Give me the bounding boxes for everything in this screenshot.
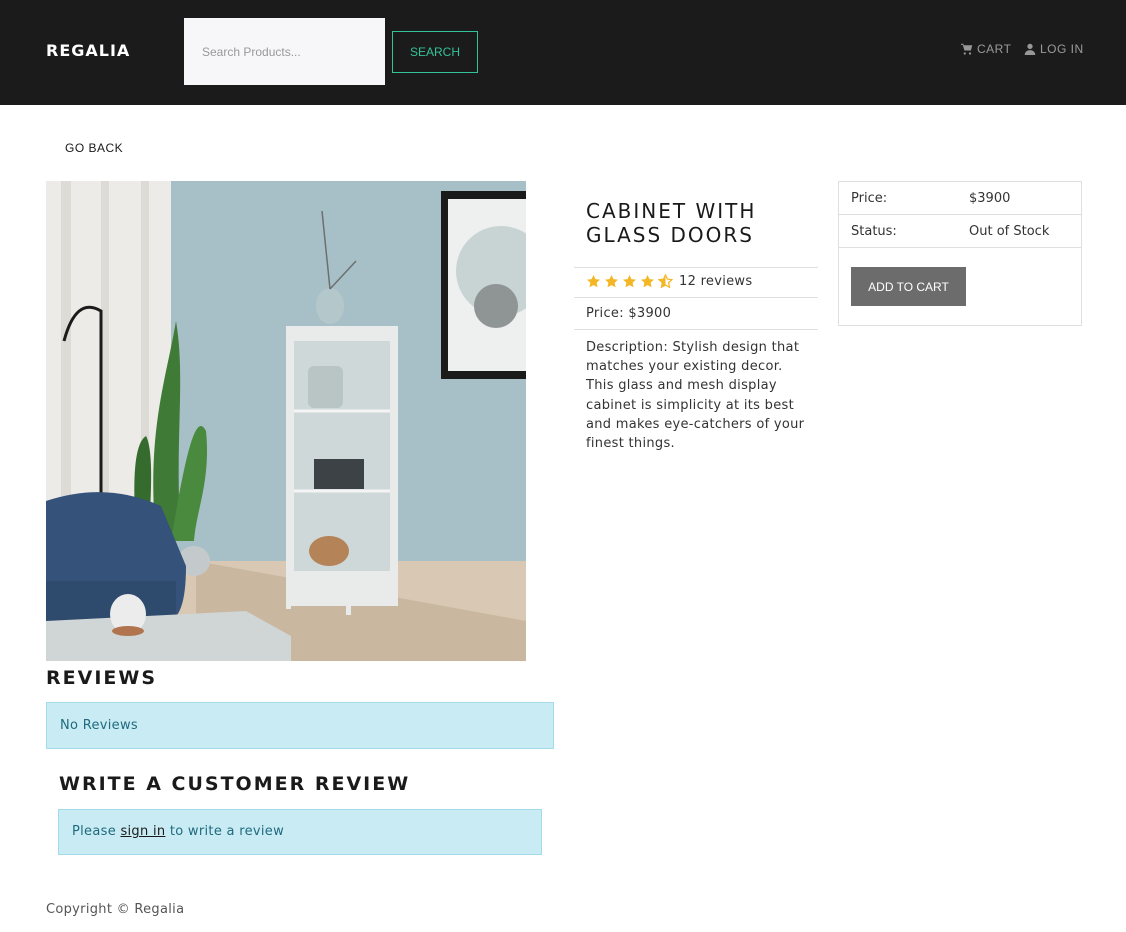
reviews-count: 12 reviews bbox=[679, 274, 753, 289]
star-full-icon bbox=[623, 274, 636, 288]
footer-copyright: Copyright © Regalia bbox=[46, 902, 185, 917]
search-button[interactable]: SEARCH bbox=[392, 31, 478, 73]
price-card: Price: $3900 Status: Out of Stock ADD TO… bbox=[838, 181, 1082, 326]
star-half-icon bbox=[658, 274, 673, 289]
star-full-icon bbox=[605, 274, 618, 288]
product-title: CABINET WITH GLASS DOORS bbox=[586, 199, 757, 247]
navbar: REGALIA SEARCH CART LOG IN bbox=[0, 0, 1126, 105]
status-value: Out of Stock bbox=[969, 224, 1050, 239]
price-value: $3900 bbox=[969, 191, 1011, 206]
user-icon bbox=[1024, 43, 1036, 55]
nav-cart-link[interactable]: CART bbox=[961, 42, 1011, 56]
nav-login-link[interactable]: LOG IN bbox=[1024, 42, 1084, 56]
shopping-cart-icon bbox=[961, 43, 973, 55]
search-input[interactable] bbox=[184, 18, 385, 85]
reviews-heading: REVIEWS bbox=[46, 667, 158, 689]
signin-suffix: to write a review bbox=[169, 824, 285, 839]
product-image bbox=[46, 181, 526, 661]
nav-cart-label: CART bbox=[977, 42, 1012, 56]
signin-alert: Please sign in to write a review bbox=[58, 809, 542, 855]
signin-prefix: Please bbox=[72, 824, 116, 839]
brand-logo[interactable]: REGALIA bbox=[46, 41, 130, 60]
write-review-heading: WRITE A CUSTOMER REVIEW bbox=[59, 773, 411, 795]
nav-login-label: LOG IN bbox=[1040, 42, 1084, 56]
status-row: Status: Out of Stock bbox=[839, 215, 1081, 248]
product-description: Description: Stylish design that matches… bbox=[574, 329, 818, 461]
product-rating: 12 reviews bbox=[574, 267, 818, 297]
price-row: Price: $3900 bbox=[839, 182, 1081, 215]
signin-link[interactable]: sign in bbox=[120, 824, 165, 839]
star-full-icon bbox=[587, 274, 600, 288]
product-price: Price: $3900 bbox=[574, 297, 818, 329]
cabinet-photo bbox=[46, 181, 526, 661]
star-full-icon bbox=[641, 274, 654, 288]
add-to-cart-button[interactable]: ADD TO CART bbox=[851, 267, 966, 306]
go-back-button[interactable]: GO BACK bbox=[58, 138, 130, 158]
status-label: Status: bbox=[851, 224, 897, 239]
product-info: CABINET WITH GLASS DOORS 12 reviews Pric… bbox=[574, 181, 818, 461]
no-reviews-alert: No Reviews bbox=[46, 702, 554, 749]
price-label: Price: bbox=[851, 191, 888, 206]
